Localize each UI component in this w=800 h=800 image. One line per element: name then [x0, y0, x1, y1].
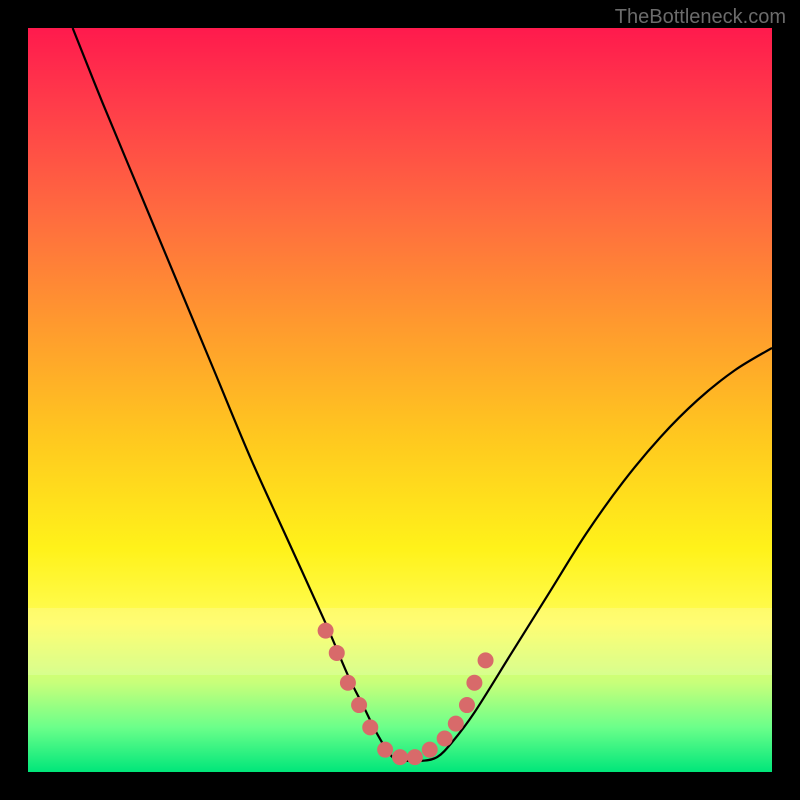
watermark-text: TheBottleneck.com — [615, 6, 786, 29]
marker-point — [392, 749, 408, 765]
plot-area — [28, 28, 772, 772]
marker-point — [422, 742, 438, 758]
marker-point — [377, 742, 393, 758]
marker-point — [448, 716, 464, 732]
bottleneck-curve — [73, 28, 772, 761]
marker-point — [329, 645, 345, 661]
marker-point — [466, 675, 482, 691]
marker-point — [407, 749, 423, 765]
marker-point — [318, 623, 334, 639]
chart-frame: TheBottleneck.com — [0, 0, 800, 800]
marker-point — [437, 731, 453, 747]
marker-point — [340, 675, 356, 691]
highlight-markers — [318, 623, 494, 765]
marker-point — [362, 719, 378, 735]
marker-point — [478, 652, 494, 668]
marker-point — [351, 697, 367, 713]
marker-point — [459, 697, 475, 713]
chart-svg — [28, 28, 772, 772]
